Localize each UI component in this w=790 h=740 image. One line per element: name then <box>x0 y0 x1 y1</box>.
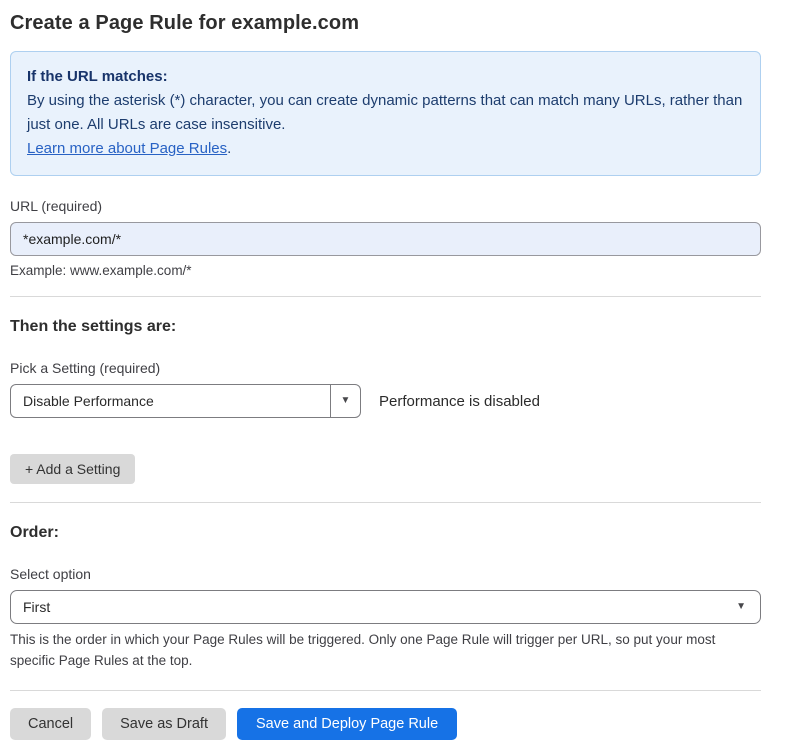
setting-select-arrow-button[interactable]: ▼ <box>330 385 360 417</box>
cancel-button[interactable]: Cancel <box>10 708 91 740</box>
pick-setting-label: Pick a Setting (required) <box>10 360 761 376</box>
url-field-group: URL (required) Example: www.example.com/… <box>10 198 761 278</box>
order-select[interactable]: First ▼ <box>10 590 761 624</box>
info-box-heading: If the URL matches: <box>27 65 744 89</box>
url-example-text: Example: www.example.com/* <box>10 263 761 278</box>
setting-row: Disable Performance ▼ Performance is dis… <box>10 384 761 418</box>
learn-more-link[interactable]: Learn more about Page Rules <box>27 140 227 157</box>
order-description: This is the order in which your Page Rul… <box>10 630 761 672</box>
page-title: Create a Page Rule for example.com <box>10 12 761 35</box>
add-setting-button[interactable]: + Add a Setting <box>10 454 135 484</box>
url-match-info-box: If the URL matches: By using the asteris… <box>10 51 761 176</box>
order-section-heading: Order: <box>10 524 761 542</box>
order-select-arrow: ▼ <box>736 591 760 623</box>
divider <box>10 502 761 503</box>
divider <box>10 690 761 691</box>
footer-actions: Cancel Save as Draft Save and Deploy Pag… <box>10 708 761 740</box>
create-page-rule-page: Create a Page Rule for example.com If th… <box>0 0 790 714</box>
order-select-value: First <box>11 591 736 623</box>
setting-status-text: Performance is disabled <box>379 393 540 410</box>
url-input[interactable] <box>10 222 761 256</box>
order-select-label: Select option <box>10 566 761 582</box>
settings-section-heading: Then the settings are: <box>10 318 761 336</box>
divider <box>10 296 761 297</box>
url-field-label: URL (required) <box>10 198 761 214</box>
info-box-body: By using the asterisk (*) character, you… <box>27 89 744 137</box>
setting-select[interactable]: Disable Performance ▼ <box>10 384 361 418</box>
info-box-link-line: Learn more about Page Rules. <box>27 137 744 161</box>
setting-select-value: Disable Performance <box>11 385 330 417</box>
save-and-deploy-button[interactable]: Save and Deploy Page Rule <box>237 708 457 740</box>
chevron-down-icon: ▼ <box>736 602 746 612</box>
content-area: Create a Page Rule for example.com If th… <box>10 12 761 740</box>
chevron-down-icon: ▼ <box>341 396 351 406</box>
link-period: . <box>227 140 231 157</box>
save-as-draft-button[interactable]: Save as Draft <box>102 708 226 740</box>
